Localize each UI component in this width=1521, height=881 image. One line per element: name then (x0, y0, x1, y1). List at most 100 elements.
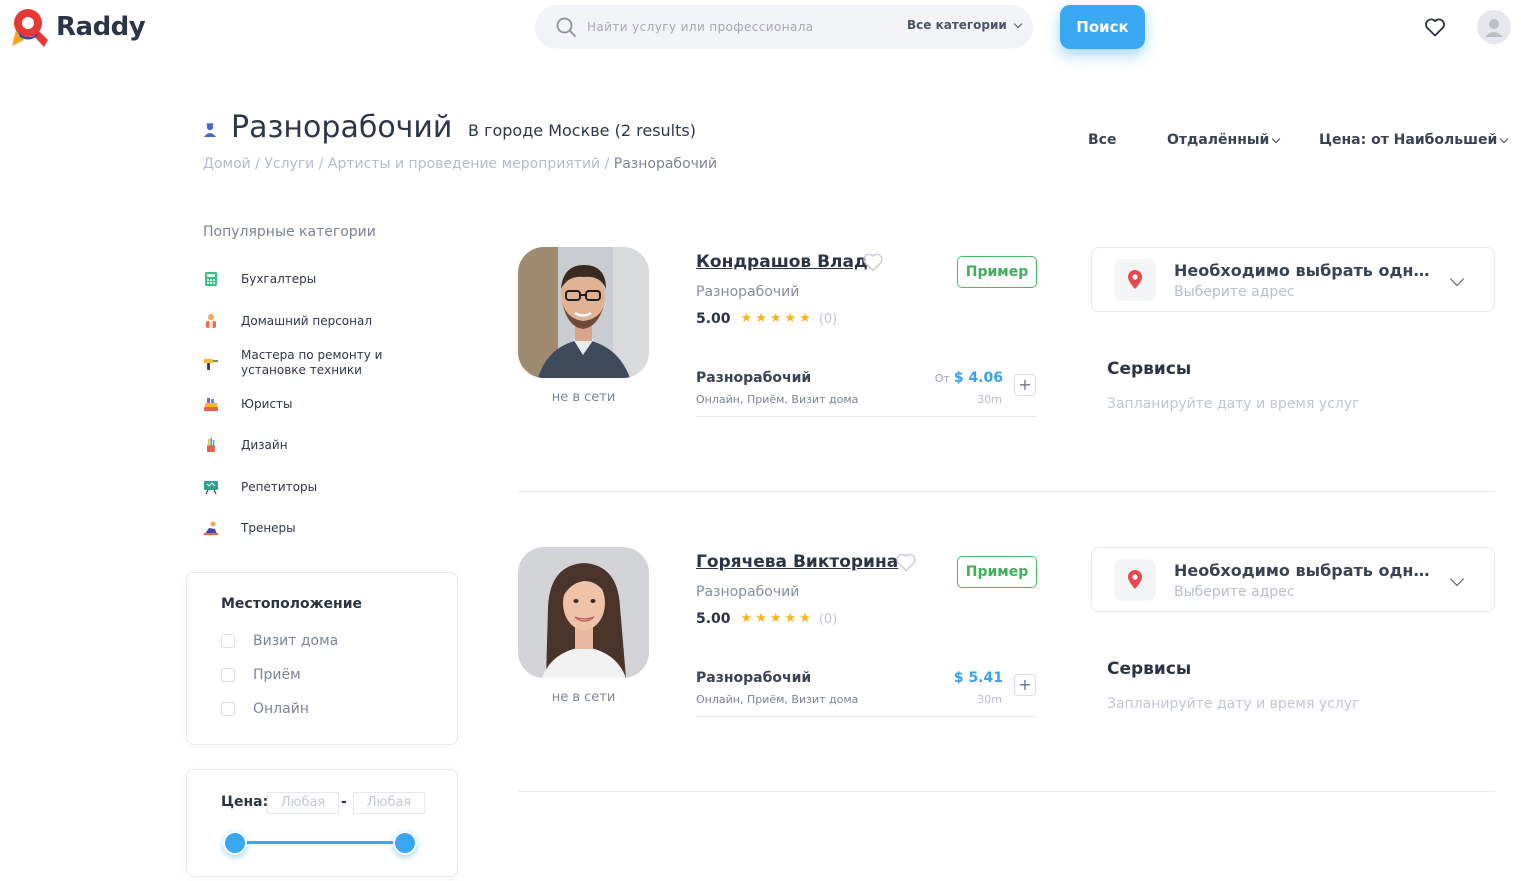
price-min-input[interactable]: Любая (267, 792, 339, 814)
checkbox-home-visit[interactable]: Визит дома (221, 633, 338, 649)
checkbox-box[interactable] (221, 702, 235, 716)
worker-icon (204, 123, 216, 137)
price-label: Цена: (221, 794, 269, 810)
results-city-count: В городе Москве (2 results) (468, 121, 696, 140)
checkbox-online[interactable]: Онлайн (221, 701, 309, 717)
breadcrumb-services[interactable]: Услуги (264, 156, 314, 172)
pro-name-link[interactable]: Кондрашов Влад (696, 252, 868, 272)
search-icon (556, 17, 576, 37)
chevron-down-icon (1449, 271, 1465, 287)
drill-icon (204, 359, 218, 370)
star-icon: ★ (755, 611, 767, 626)
star-icon: ★ (799, 611, 811, 626)
sort-price[interactable]: Цена: от Наибольшей (1319, 132, 1509, 148)
add-service-button[interactable]: + (1014, 674, 1036, 696)
category-lawyers[interactable]: Юристы (203, 396, 411, 412)
breadcrumb-current: Разнорабочий (613, 156, 718, 172)
result-divider (518, 491, 1495, 492)
service-divider (696, 416, 1037, 417)
search-button[interactable]: Поиск (1060, 5, 1145, 49)
calculator-icon (205, 272, 217, 286)
category-tutors[interactable]: Репетиторы (203, 479, 411, 495)
pro-role: Разнорабочий (696, 284, 800, 300)
address-select-title: Необходимо выбрать одну из локаций (1174, 261, 1430, 280)
example-badge: Пример (957, 256, 1037, 288)
star-icon: ★ (769, 611, 782, 626)
search-input[interactable] (587, 13, 887, 41)
location-pin-badge (1114, 559, 1156, 601)
design-tools-icon (207, 438, 215, 452)
chevron-down-icon (1272, 134, 1281, 143)
favorites-heart-icon[interactable] (1423, 15, 1447, 39)
breadcrumb-category[interactable]: Артисты и проведение мероприятий (328, 156, 600, 172)
price-slider-track[interactable] (235, 841, 405, 844)
service-divider (696, 716, 1037, 717)
star-icon: ★ (799, 311, 811, 326)
service-name: Разнорабочий (696, 370, 812, 386)
category-select-label: Все категории (907, 18, 1007, 32)
price-filter-panel: Цена: Любая - Любая (186, 769, 458, 877)
add-service-button[interactable]: + (1014, 374, 1036, 396)
service-modes: Онлайн, Приём, Визит дома (696, 393, 859, 406)
pro-photo[interactable] (518, 547, 649, 678)
service-price: От $ 4.06 (934, 370, 1003, 386)
filter-all[interactable]: Все (1088, 132, 1116, 148)
star-icon: ★ (784, 311, 797, 326)
category-trainers[interactable]: Тренеры (203, 520, 411, 536)
breadcrumb: Домой / Услуги / Артисты и проведение ме… (203, 156, 718, 172)
brand-logo[interactable]: Raddy (10, 6, 146, 48)
checkbox-box[interactable] (221, 634, 235, 648)
pro-name-link[interactable]: Горячева Викторина (696, 552, 898, 572)
price-slider-max-handle[interactable] (393, 831, 417, 855)
pro-status: не в сети (551, 390, 616, 405)
category-repair-masters[interactable]: Мастера по ремонту и установке техники (203, 348, 411, 378)
pro-status: не в сети (551, 690, 616, 705)
price-slider-min-handle[interactable] (223, 831, 247, 855)
rating-stars: ★ ★ ★ ★ ★ (741, 312, 811, 326)
address-select[interactable]: Необходимо выбрать одну из локаций Выбер… (1091, 547, 1495, 612)
category-select[interactable]: Все категории (907, 18, 1023, 32)
star-icon: ★ (784, 611, 797, 626)
service-duration: 30m (977, 393, 1002, 406)
popular-categories-title: Популярные категории (203, 224, 376, 240)
user-icon (1485, 19, 1503, 37)
brand-name: Raddy (56, 12, 146, 42)
blackboard-icon (204, 481, 218, 495)
review-count: (0) (818, 311, 838, 327)
location-pin-icon (1128, 270, 1142, 289)
star-icon: ★ (740, 611, 753, 626)
address-select[interactable]: Необходимо выбрать одну из локаций Выбер… (1091, 247, 1495, 312)
category-household-staff[interactable]: Домашний персонал (203, 313, 411, 329)
page-title: Разнорабочий (231, 110, 453, 145)
address-select-subtitle: Выберите адрес (1174, 284, 1295, 300)
star-icon: ★ (755, 311, 767, 326)
raddy-logo-icon (12, 9, 48, 47)
service-name: Разнорабочий (696, 670, 812, 686)
breadcrumb-home[interactable]: Домой (203, 156, 251, 172)
top-header: Raddy Все категории Поиск (0, 0, 1521, 56)
star-icon: ★ (769, 311, 782, 326)
address-select-title: Необходимо выбрать одну из локаций (1174, 561, 1430, 580)
pro-photo[interactable] (518, 247, 649, 378)
rating-stars: ★ ★ ★ ★ ★ (741, 612, 811, 626)
user-avatar[interactable] (1477, 10, 1511, 44)
price-max-input[interactable]: Любая (353, 792, 425, 814)
chevron-down-icon (1500, 134, 1509, 143)
chevron-down-icon (1013, 19, 1023, 28)
pro-rating: 5.00 ★ ★ ★ ★ ★ (0) (696, 611, 838, 627)
category-accountants[interactable]: Бухгалтеры (203, 271, 411, 287)
price-range-dash: - (341, 794, 347, 810)
service-modes: Онлайн, Приём, Визит дома (696, 693, 859, 706)
checkbox-box[interactable] (221, 668, 235, 682)
category-design[interactable]: Дизайн (203, 437, 411, 453)
location-pin-icon (1128, 570, 1142, 589)
address-select-subtitle: Выберите адрес (1174, 584, 1295, 600)
checkbox-reception[interactable]: Приём (221, 667, 301, 683)
favorite-heart-icon[interactable] (861, 250, 885, 274)
service-duration: 30m (977, 693, 1002, 706)
favorite-heart-icon[interactable] (894, 550, 918, 574)
services-subtitle: Запланируйте дату и время услуг (1107, 396, 1360, 412)
filter-remote[interactable]: Отдалённый (1167, 132, 1281, 148)
law-books-icon (204, 398, 218, 411)
example-badge: Пример (957, 556, 1037, 588)
